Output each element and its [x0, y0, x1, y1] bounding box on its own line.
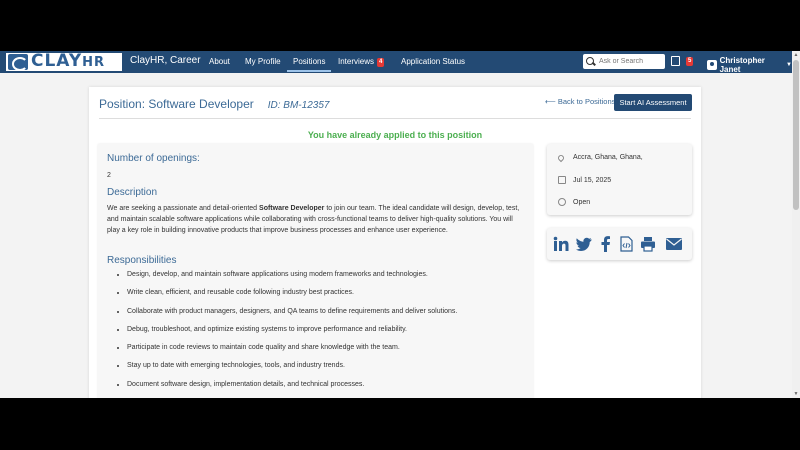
- back-to-positions-link[interactable]: ⟵ Back to Positions: [545, 97, 615, 106]
- description-heading: Description: [107, 187, 158, 198]
- embed-code-icon[interactable]: [620, 236, 633, 252]
- description-pre: We are seeking a passionate and detail-o…: [107, 205, 260, 212]
- description-bold: Software Developer: [259, 205, 325, 212]
- start-ai-assessment-button[interactable]: Start AI Assessment: [614, 94, 692, 111]
- openings-value: 2: [107, 172, 111, 179]
- back-link-label: Back to Positions: [557, 97, 616, 106]
- header-divider: [99, 118, 691, 119]
- email-icon[interactable]: [665, 236, 683, 252]
- notifications-bag-icon[interactable]: [671, 56, 680, 66]
- user-avatar-icon: [707, 60, 717, 70]
- list-item: Stay up to date with emerging technologi…: [127, 361, 524, 370]
- scroll-down-icon[interactable]: ▼: [792, 390, 800, 398]
- calendar-icon: [558, 176, 566, 184]
- list-item: Collaborate with product managers, desig…: [127, 307, 524, 316]
- description-text: We are seeking a passionate and detail-o…: [107, 203, 524, 236]
- top-navbar: CLAYHR ClayHR, Career About My Profile P…: [0, 51, 792, 74]
- position-title: Position: Software Developer: [99, 97, 254, 111]
- twitter-icon[interactable]: [576, 236, 592, 252]
- scroll-thumb[interactable]: [793, 60, 799, 210]
- user-menu[interactable]: Christopher Janet ▼: [707, 56, 792, 74]
- search-input[interactable]: [599, 58, 661, 65]
- search-box[interactable]: [583, 54, 665, 69]
- linkedin-icon[interactable]: [553, 236, 569, 252]
- nav-my-profile[interactable]: My Profile: [245, 57, 281, 66]
- share-panel: [547, 228, 692, 260]
- print-icon[interactable]: [640, 236, 656, 252]
- list-item: Write clean, efficient, and reusable cod…: [127, 288, 524, 297]
- nav-interviews[interactable]: Interviews 4: [338, 57, 385, 67]
- nav-about[interactable]: About: [209, 57, 230, 66]
- date-row: Jul 15, 2025: [558, 176, 611, 184]
- clayhr-logo[interactable]: CLAYHR: [6, 51, 122, 71]
- arrow-left-icon: ⟵: [545, 97, 558, 106]
- status-text: Open: [573, 198, 591, 206]
- logo-suffix: HR: [82, 55, 106, 70]
- facebook-icon[interactable]: [599, 236, 611, 252]
- page-title: Position: Software Developer ID: BM-12357: [99, 97, 329, 111]
- job-id: ID: BM-12357: [267, 100, 330, 111]
- logo-text: CLAY: [31, 51, 83, 71]
- page-scrollbar[interactable]: ▲ ▼: [792, 51, 800, 398]
- list-item: Participate in code reviews to maintain …: [127, 343, 524, 352]
- date-text: Jul 15, 2025: [573, 176, 612, 184]
- map-pin-icon: [556, 153, 566, 162]
- user-name: Christopher Janet: [719, 56, 765, 74]
- nav-application-status[interactable]: Application Status: [401, 57, 465, 66]
- nav-interviews-label: Interviews: [338, 57, 375, 66]
- responsibilities-list: Design, develop, and maintain software a…: [107, 270, 524, 389]
- position-card: Position: Software Developer ID: BM-12357…: [89, 87, 701, 398]
- check-circle-icon: [558, 198, 566, 206]
- applied-status-message: You have already applied to this positio…: [307, 130, 483, 140]
- status-row: Open: [558, 198, 590, 206]
- position-info-panel: Accra, Ghana, Ghana, Jul 15, 2025 Open: [547, 144, 692, 215]
- nav-positions[interactable]: Positions: [287, 57, 332, 72]
- location-text: Accra, Ghana, Ghana,: [573, 154, 643, 161]
- search-icon: [586, 57, 595, 66]
- logo-mark-icon: [8, 54, 28, 71]
- location-row: Accra, Ghana, Ghana,: [556, 153, 643, 162]
- description-panel: Number of openings: 2 Description We are…: [98, 144, 533, 398]
- responsibilities-heading: Responsibilities: [107, 255, 177, 266]
- bag-count-badge: 5: [686, 57, 694, 66]
- brand-name[interactable]: ClayHR, Career: [130, 55, 201, 66]
- list-item: Document software design, implementation…: [127, 380, 524, 389]
- scroll-up-icon[interactable]: ▲: [792, 51, 800, 59]
- list-item: Design, develop, and maintain software a…: [127, 270, 524, 279]
- browser-viewport: CLAYHR ClayHR, Career About My Profile P…: [0, 51, 800, 398]
- openings-label: Number of openings:: [107, 153, 200, 164]
- interviews-count-badge: 4: [377, 58, 385, 67]
- list-item: Debug, troubleshoot, and optimize existi…: [127, 325, 524, 334]
